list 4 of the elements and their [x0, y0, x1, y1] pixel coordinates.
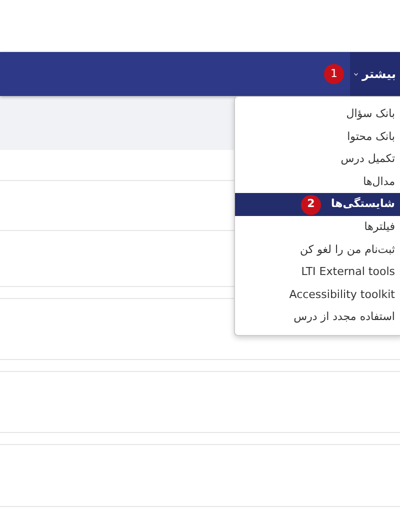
more-tab[interactable]: بیشتر: [350, 52, 400, 96]
notification-badge: 1: [324, 64, 344, 84]
notification-badge: 2: [300, 194, 321, 215]
caret-icon: [354, 72, 358, 76]
